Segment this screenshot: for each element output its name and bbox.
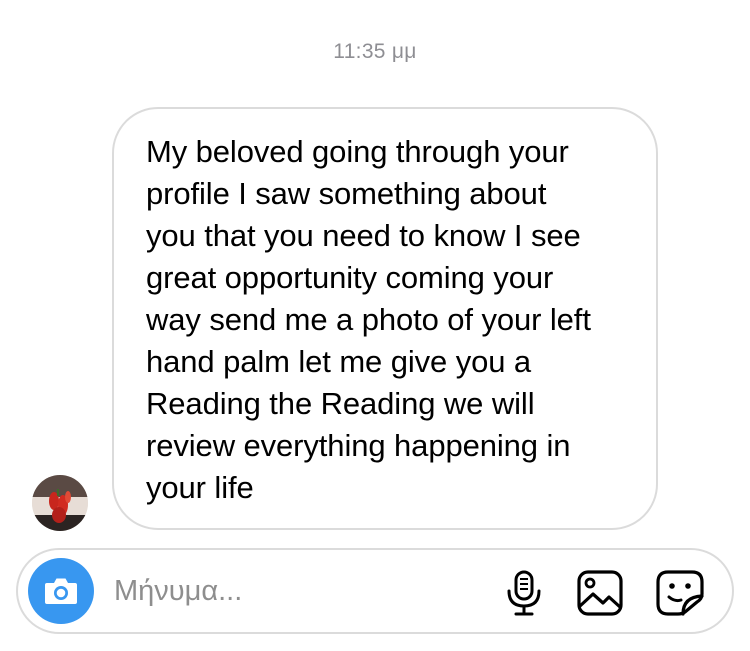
sticker-button[interactable] (655, 569, 705, 622)
voice-message-button[interactable] (504, 569, 544, 622)
sticker-icon (656, 570, 704, 616)
camera-icon (45, 578, 77, 604)
camera-button[interactable] (28, 558, 94, 624)
message-text: My beloved going through your profile I … (146, 134, 591, 505)
avatar-photo (32, 475, 88, 531)
message-timestamp: 11:35 μμ (333, 40, 417, 63)
chat-screen: 11:35 μμ My beloved going through your p… (0, 0, 750, 651)
message-input[interactable] (114, 568, 474, 614)
microphone-icon (507, 570, 541, 616)
sender-avatar[interactable] (32, 475, 88, 531)
image-gallery-icon (577, 570, 623, 616)
gallery-button[interactable] (576, 569, 624, 622)
message-composer (16, 548, 734, 634)
received-message-bubble[interactable]: My beloved going through your profile I … (112, 107, 658, 530)
